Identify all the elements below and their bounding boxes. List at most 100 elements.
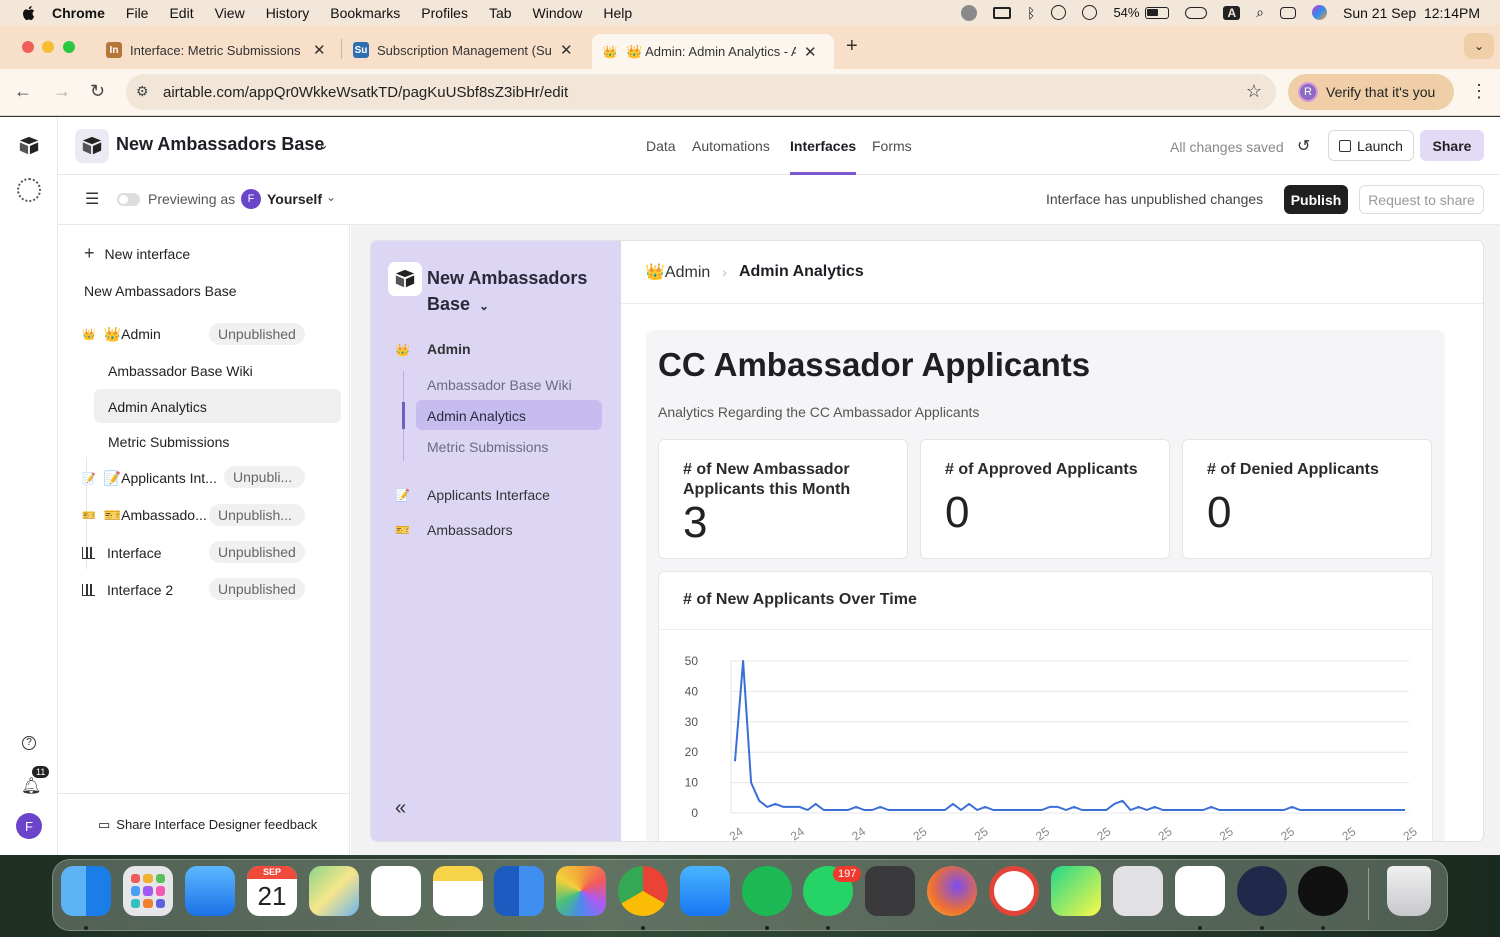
browser-tab-active[interactable]: 👑 👑 Admin: Admin Analytics - A ✕ <box>592 34 834 69</box>
stat-card[interactable]: # of Approved Applicants 0 <box>920 439 1170 559</box>
clock[interactable]: Sun 21 Sep 12:14PM <box>1343 5 1480 21</box>
sidebar-item-admin[interactable]: 👑 👑Admin <box>82 326 161 343</box>
menu-history[interactable]: History <box>266 5 310 21</box>
sidebar-page-ambassador-wiki[interactable]: Ambassador Base Wiki <box>108 363 253 379</box>
airtable-logo-icon[interactable] <box>17 135 41 157</box>
bookmark-star-icon[interactable]: ☆ <box>1246 81 1262 102</box>
nav-page-admin-analytics[interactable]: Admin Analytics <box>427 408 526 424</box>
tab-data[interactable]: Data <box>646 138 676 154</box>
chevron-down-icon[interactable]: ⌄ <box>326 190 336 204</box>
menu-icon[interactable]: ☰ <box>85 189 99 209</box>
publish-button[interactable]: Publish <box>1284 185 1348 214</box>
menu-bookmarks[interactable]: Bookmarks <box>330 5 400 21</box>
menu-help[interactable]: Help <box>603 5 632 21</box>
sidebar-item-ambassadors[interactable]: 🎫 🎫Ambassado... <box>82 507 207 524</box>
slack-icon[interactable] <box>1175 866 1225 916</box>
calendar-icon[interactable]: SEP 21 <box>247 866 297 916</box>
upwork-icon[interactable] <box>1298 866 1348 916</box>
menu-view[interactable]: View <box>215 5 245 21</box>
accessibility-icon[interactable] <box>1051 5 1067 20</box>
maps-icon[interactable] <box>309 866 359 916</box>
sidebar-page-admin-analytics[interactable]: Admin Analytics <box>108 399 207 415</box>
line-chart-card[interactable]: # of New Applicants Over Time 50 40 30 20 10… <box>658 571 1433 841</box>
tab-search-icon[interactable]: ⌄ <box>1464 33 1494 59</box>
history-icon[interactable]: ↺ <box>1297 136 1310 156</box>
share-button[interactable]: Share <box>1420 130 1484 161</box>
forward-icon[interactable]: → <box>53 81 71 102</box>
base-name[interactable]: New Ambassadors Base <box>116 134 324 155</box>
collapse-panel-icon[interactable]: « <box>395 797 406 820</box>
tab-interfaces[interactable]: Interfaces <box>790 138 856 154</box>
menu-profiles[interactable]: Profiles <box>421 5 468 21</box>
stat-card[interactable]: # of Denied Applicants 0 <box>1182 439 1432 559</box>
interface-base-title[interactable]: New Ambassadors Base ⌄ <box>427 265 597 319</box>
reminders-icon[interactable] <box>371 866 421 916</box>
link-icon[interactable] <box>1185 6 1208 19</box>
sidebar-item-interface-2[interactable]: Interface 2 <box>82 582 173 598</box>
input-source-icon[interactable]: A <box>1223 5 1241 20</box>
chrome-menu-icon[interactable]: ⋮ <box>1470 81 1488 102</box>
launchpad-icon[interactable] <box>123 866 173 916</box>
sidebar-item-interface[interactable]: Interface <box>82 545 161 561</box>
request-to-share-button[interactable]: Request to share <box>1359 185 1484 214</box>
nav-applicants-interface[interactable]: Applicants Interface <box>427 487 550 503</box>
mail-icon[interactable] <box>185 866 235 916</box>
close-window-button[interactable] <box>22 41 34 53</box>
ticktick-icon[interactable] <box>989 866 1039 916</box>
minimize-window-button[interactable] <box>42 41 54 53</box>
help-icon[interactable]: ? <box>22 736 36 750</box>
browser-tab[interactable]: In Interface: Metric Submissions ✕ <box>96 34 336 66</box>
address-bar[interactable]: ⚙ airtable.com/appQr0WkkeWsatkTD/pagKuUS… <box>126 74 1276 110</box>
sidebar-item-applicants[interactable]: 📝 📝Applicants Int... <box>82 470 217 487</box>
menu-tab[interactable]: Tab <box>489 5 512 21</box>
new-tab-icon[interactable]: + <box>846 35 858 58</box>
back-icon[interactable]: ← <box>14 81 32 102</box>
breadcrumb-parent[interactable]: 👑Admin <box>645 262 710 282</box>
close-tab-icon[interactable]: ✕ <box>313 41 326 59</box>
nav-ambassadors[interactable]: Ambassadors <box>427 522 513 538</box>
base-logo-icon[interactable] <box>75 129 109 163</box>
feedback-link[interactable]: ▭ Share Interface Designer feedback <box>58 793 350 855</box>
siri-icon[interactable] <box>1312 5 1327 20</box>
upwork-status-icon[interactable] <box>961 4 978 21</box>
word-icon[interactable] <box>494 866 544 916</box>
nav-page-metric-submissions[interactable]: Metric Submissions <box>427 439 548 455</box>
trash-icon[interactable] <box>1387 866 1431 916</box>
chrome-icon[interactable] <box>618 866 668 916</box>
stat-card[interactable]: # of New Ambassador Applicants this Mont… <box>658 439 908 559</box>
launch-button[interactable]: Launch <box>1328 130 1414 161</box>
nav-page-ambassador-wiki[interactable]: Ambassador Base Wiki <box>427 377 572 393</box>
menu-file[interactable]: File <box>126 5 149 21</box>
menu-edit[interactable]: Edit <box>169 5 193 21</box>
close-tab-icon[interactable]: ✕ <box>560 41 573 59</box>
notes-icon[interactable] <box>433 866 483 916</box>
battery-icon[interactable] <box>1145 6 1170 19</box>
reload-icon[interactable]: ↻ <box>90 81 105 102</box>
notifications-icon[interactable]: 🔔︎ <box>21 776 41 796</box>
browser-tab[interactable]: Su Subscription Management (Su ✕ <box>343 34 586 66</box>
verify-identity-button[interactable]: R Verify that it's you <box>1288 74 1454 110</box>
bluetooth-icon[interactable]: ᛒ <box>1027 5 1035 21</box>
pycharm-icon[interactable] <box>1051 866 1101 916</box>
iphone-mirroring-icon[interactable] <box>1113 866 1163 916</box>
preview-user-select[interactable]: Yourself <box>267 191 322 207</box>
url-text[interactable]: airtable.com/appQr0WkkeWsatkTD/pagKuUSbf… <box>163 84 568 101</box>
play-icon[interactable] <box>1082 5 1098 20</box>
apple-icon[interactable] <box>20 4 38 22</box>
preview-toggle[interactable] <box>117 193 140 206</box>
calculator-icon[interactable] <box>865 866 915 916</box>
spotlight-icon[interactable]: ⌕ <box>1256 4 1264 21</box>
chevron-down-icon[interactable]: ⌄ <box>318 137 329 153</box>
nav-group-admin[interactable]: Admin <box>427 341 471 357</box>
tab-automations[interactable]: Automations <box>692 138 770 154</box>
new-interface-button[interactable]: + New interface <box>84 243 190 264</box>
control-center-icon[interactable] <box>1280 6 1296 19</box>
account-avatar[interactable]: F <box>16 813 42 839</box>
app-store-icon[interactable] <box>680 866 730 916</box>
close-tab-icon[interactable]: ✕ <box>804 43 817 61</box>
site-settings-icon[interactable]: ⚙ <box>136 83 149 100</box>
tab-forms[interactable]: Forms <box>872 138 912 154</box>
firefox-icon[interactable] <box>927 866 977 916</box>
eclipse-icon[interactable] <box>1237 866 1287 916</box>
spotify-icon[interactable] <box>742 866 792 916</box>
